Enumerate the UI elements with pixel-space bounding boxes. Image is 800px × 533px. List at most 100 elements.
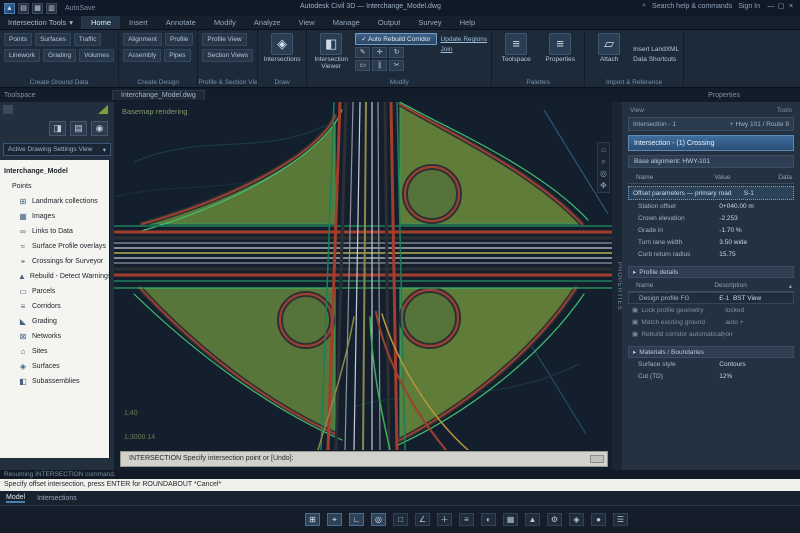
tree-item-images[interactable]: ▦ Images	[4, 209, 109, 224]
transparency-icon[interactable]: ◐	[481, 513, 496, 526]
save-view-icon[interactable]: ◨	[49, 121, 66, 136]
search-label[interactable]: Search help & commands	[652, 3, 732, 10]
traffic-button[interactable]: Traffic	[73, 33, 102, 46]
minimize-button[interactable]: —	[766, 3, 776, 10]
polar-icon[interactable]: ◎	[371, 513, 386, 526]
tree-item-networks[interactable]: ⊠ Networks	[4, 329, 109, 344]
isolate-icon[interactable]: ●	[591, 513, 606, 526]
tab-help[interactable]: Help	[451, 16, 484, 29]
intersection-viewer-button[interactable]: ◧ Intersection Viewer	[311, 33, 351, 76]
section-profile-details[interactable]: ▸ Profile details	[628, 266, 794, 278]
units-icon[interactable]: ◈	[569, 513, 584, 526]
tab-analyze[interactable]: Analyze	[245, 16, 290, 29]
grading-button[interactable]: Grading	[43, 49, 77, 62]
rotate-icon[interactable]: ↻	[389, 47, 405, 58]
alignment-button[interactable]: Alignment	[123, 33, 162, 46]
property-row[interactable]: Station offset 0+040.00 m	[628, 200, 794, 212]
tree-item-crossings-for-surveyor[interactable]: ⌖ Crossings for Surveyor	[4, 254, 109, 269]
pipes-button[interactable]: Pipes	[164, 49, 191, 62]
tab-home[interactable]: Home	[82, 16, 121, 29]
tree-item-subassemblies[interactable]: ◧ Subassemblies	[4, 374, 109, 389]
profile-view-button[interactable]: Profile View	[202, 33, 247, 46]
property-row[interactable]: Turn lane width 3.50 wide	[628, 236, 794, 248]
maximize-button[interactable]: ▢	[776, 2, 786, 10]
properties-palette-spine[interactable]: PROPERTIES	[612, 102, 622, 470]
assembly-button[interactable]: Assembly	[123, 49, 162, 62]
tab-insert[interactable]: Insert	[120, 16, 157, 29]
section-materials-boundaries[interactable]: ▸ Materials / Boundaries	[628, 346, 794, 358]
tab-annotate[interactable]: Annotate	[157, 16, 205, 29]
linework-button[interactable]: Linework	[4, 49, 41, 62]
toolspace-button[interactable]: ≡ Toolspace	[496, 33, 536, 76]
sort-icon[interactable]: ▴	[761, 282, 794, 290]
base-alignment-row[interactable]: Base alignment: HWY-101	[628, 155, 794, 168]
workspace-dropdown[interactable]: Intersection Tools ▾	[0, 16, 82, 29]
refresh-icon[interactable]: ◉	[91, 121, 108, 136]
otrack-icon[interactable]: ∠	[415, 513, 430, 526]
tree-root-item[interactable]: Interchange_Model	[4, 164, 109, 179]
selected-object-row[interactable]: Intersection - (1) Crossing	[628, 135, 794, 151]
home-icon[interactable]: ⌂	[601, 145, 606, 154]
save-icon[interactable]: ▥	[46, 2, 57, 14]
property-row[interactable]: Grade in -1.70 %	[628, 224, 794, 236]
properties-button[interactable]: ≡ Properties	[540, 33, 580, 76]
tab-view[interactable]: View	[290, 16, 324, 29]
surfaces-button[interactable]: Surfaces	[35, 33, 71, 46]
checkbox-icon[interactable]: ▣	[632, 330, 639, 338]
intersections-button[interactable]: ◈ Intersections	[262, 33, 302, 76]
tree-item-links-to-data[interactable]: ∞ Links to Data	[4, 224, 109, 239]
view-selector-dropdown[interactable]: Active Drawing Settings View ▾	[3, 143, 111, 156]
volumes-button[interactable]: Volumes	[79, 49, 115, 62]
panel-tools-label[interactable]: Tools	[777, 107, 792, 114]
pan-icon[interactable]: ✥	[600, 181, 607, 190]
section-views-button[interactable]: Section Views	[202, 49, 254, 62]
tree-item-rebuild-detect-warnings[interactable]: ▲ Rebuild - Detect Warnings	[4, 269, 109, 284]
tree-item-grading[interactable]: ◣ Grading	[4, 314, 109, 329]
lineweight-icon[interactable]: ≡	[459, 513, 474, 526]
customize-icon[interactable]: ☰	[613, 513, 628, 526]
join-link[interactable]: Join	[441, 46, 488, 53]
tree-item-corridors[interactable]: ≡ Corridors	[4, 299, 109, 314]
panel-grip[interactable]	[3, 105, 13, 114]
auto-rebuild-toggle[interactable]: ✓ Auto Rebuild Corridor	[355, 33, 437, 45]
profile-row[interactable]: Design profile FG E-1 BST View	[628, 292, 794, 304]
property-row[interactable]: Surface style Contours	[628, 358, 794, 370]
points-button[interactable]: Points	[4, 33, 33, 46]
update-regions-link[interactable]: Update Regions	[441, 36, 488, 43]
layout-tab-intersections[interactable]: Intersections	[37, 495, 77, 502]
checkbox-icon[interactable]: ▣	[632, 306, 639, 314]
highlighted-property-row[interactable]: Offset parameters — primary road S-1	[628, 186, 794, 200]
open-view-icon[interactable]: ▤	[70, 121, 87, 136]
attach-button[interactable]: ▱ Attach	[589, 33, 629, 76]
check-row[interactable]: ▣ Rebuild corridor automatically on	[628, 328, 794, 340]
tab-survey[interactable]: Survey	[409, 16, 450, 29]
property-row[interactable]: Crown elevation -2.253	[628, 212, 794, 224]
selection-cycling-icon[interactable]: ▦	[503, 513, 518, 526]
ortho-icon[interactable]: ∟	[349, 513, 364, 526]
tree-item-sites[interactable]: ⌂ Sites	[4, 344, 109, 359]
property-row[interactable]: Curb return radius 15.75	[628, 248, 794, 260]
table-header-row[interactable]: Name Value Data	[628, 172, 794, 184]
close-button[interactable]: ×	[786, 3, 796, 10]
grid-icon[interactable]: ⊞	[305, 513, 320, 526]
workspace-gear-icon[interactable]: ⚙	[547, 513, 562, 526]
command-input-line[interactable]: Specify offset intersection, press ENTER…	[0, 479, 800, 491]
dynamic-input-icon[interactable]: ＋	[437, 513, 452, 526]
offset-icon[interactable]: ∥	[372, 60, 388, 71]
data-shortcuts-button[interactable]: Data Shortcuts	[633, 56, 679, 63]
tree-item-parcels[interactable]: ▭ Parcels	[4, 284, 109, 299]
tab-modify[interactable]: Modify	[205, 16, 245, 29]
check-row[interactable]: ▣ Lock profile geometry locked	[628, 304, 794, 316]
app-icon[interactable]: ▲	[4, 2, 15, 14]
command-strip-grip[interactable]	[590, 455, 604, 463]
new-icon[interactable]: ▤	[18, 2, 29, 14]
move-icon[interactable]: ✛	[372, 47, 388, 58]
drawing-canvas[interactable]: Basemap rendering 1:40 1:3000.14 ⌂ ⌕ ◎ ✥ IN…	[114, 102, 612, 470]
open-icon[interactable]: ▦	[32, 2, 43, 14]
checkbox-icon[interactable]: ▣	[632, 318, 639, 326]
panel-view-label[interactable]: View	[630, 107, 644, 114]
tab-manage[interactable]: Manage	[324, 16, 369, 29]
tree-item-landmark-collections[interactable]: ⊞ Landmark collections	[4, 194, 109, 209]
zoom-icon[interactable]: ⌕	[601, 157, 605, 166]
sign-in-button[interactable]: Sign In	[738, 3, 760, 10]
